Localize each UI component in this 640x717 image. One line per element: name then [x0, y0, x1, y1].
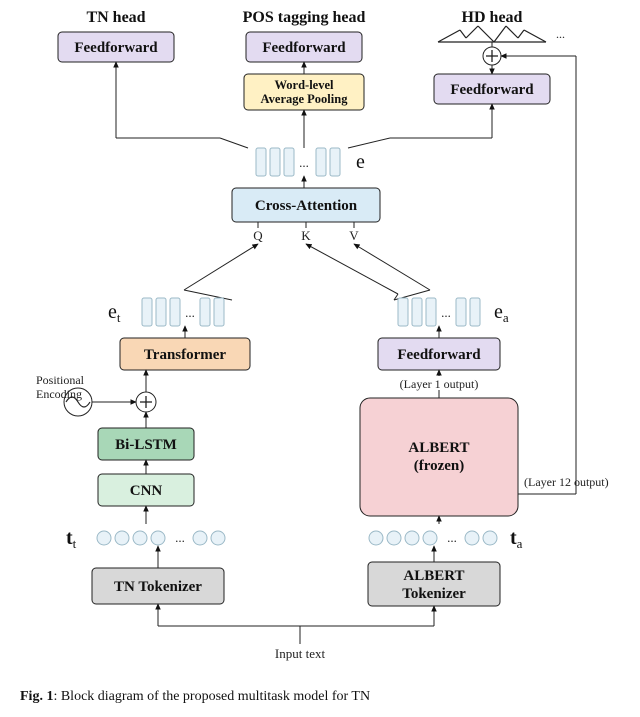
pos-enc-l2: Encoding	[36, 387, 82, 401]
svg-text:...: ...	[175, 530, 185, 545]
tn-tokenizer-label: TN Tokenizer	[114, 579, 202, 595]
input-text-label: Input text	[275, 646, 326, 661]
ea-tokens: ...	[398, 298, 480, 326]
tn-head-label: TN head	[86, 9, 145, 26]
et-tokens: ...	[142, 298, 224, 326]
svg-text:...: ...	[299, 155, 309, 170]
avg-pool-l2: Average Pooling	[261, 92, 349, 106]
left-add-icon	[136, 392, 156, 412]
hd-head-label: HD head	[462, 9, 523, 26]
cross-attention-label: Cross-Attention	[255, 198, 358, 214]
et-label: et	[108, 301, 121, 325]
figure-svg: TN head POS tagging head HD head Feedfor…	[0, 0, 640, 717]
figure-container: TN head POS tagging head HD head Feedfor…	[0, 0, 640, 717]
right-feedforward-label: Feedforward	[397, 347, 481, 363]
albert-l2: (frozen)	[414, 458, 465, 474]
tt-tokens: ...	[97, 530, 225, 545]
q-label: Q	[253, 228, 263, 243]
hd-feedforward-label: Feedforward	[450, 82, 534, 98]
pos-enc-l1: Positional	[36, 373, 85, 387]
v-label: V	[349, 228, 359, 243]
albert-tokenizer-l1: ALBERT	[403, 568, 464, 584]
figure-caption: Fig. 1: Block diagram of the proposed mu…	[20, 689, 370, 704]
ta-label: ta	[510, 527, 523, 551]
tt-label: tt	[66, 527, 77, 551]
bilstm-label: Bi-LSTM	[115, 437, 177, 453]
layer12-label: (Layer 12 output)	[524, 475, 609, 489]
albert-block	[360, 398, 518, 516]
transformer-label: Transformer	[144, 347, 227, 363]
albert-tokenizer-l2: Tokenizer	[402, 586, 466, 602]
avg-pool-l1: Word-level	[274, 78, 334, 92]
ta-tokens: ...	[369, 530, 497, 545]
layer1-label: (Layer 1 output)	[400, 377, 479, 391]
e-label: e	[356, 151, 365, 173]
albert-l1: ALBERT	[408, 440, 469, 456]
tn-feedforward-label: Feedforward	[74, 40, 158, 56]
hd-concat-icon: ...	[438, 26, 565, 42]
svg-text:...: ...	[185, 305, 195, 320]
hd-add-icon	[483, 47, 501, 65]
ea-label: ea	[494, 301, 509, 325]
concat-dots: ...	[556, 27, 565, 41]
pos-head-label: POS tagging head	[243, 9, 366, 26]
cnn-label: CNN	[130, 483, 163, 499]
svg-text:...: ...	[447, 530, 457, 545]
e-tokens: ...	[256, 148, 340, 176]
k-label: K	[301, 228, 311, 243]
svg-text:...: ...	[441, 305, 451, 320]
pos-feedforward-label: Feedforward	[262, 40, 346, 56]
